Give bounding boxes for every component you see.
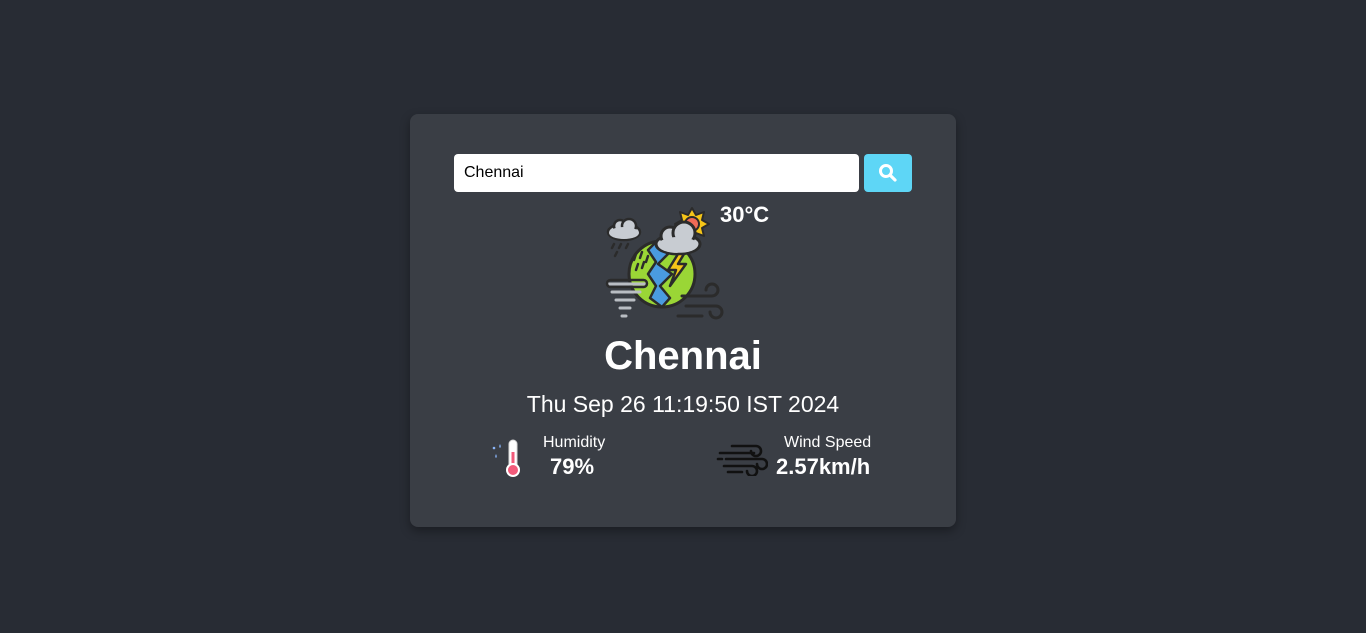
search-icon <box>879 164 897 182</box>
wind-speed-value: 2.57km/h <box>776 454 871 479</box>
wind-speed-stat: Wind Speed 2.57km/h <box>716 434 906 484</box>
humidity-stat: Humidity 79% <box>490 434 630 484</box>
humidity-value: 79% <box>550 454 595 479</box>
thermometer-icon <box>492 439 520 477</box>
wind-speed-label: Wind Speed <box>784 434 872 451</box>
search-input[interactable] <box>454 154 859 192</box>
temperature: 30°C <box>720 202 770 227</box>
wind-icon <box>716 444 768 476</box>
humidity-label: Humidity <box>543 434 606 451</box>
weather-card: 30°C Chennai Thu Sep 26 11:19:50 IST 202… <box>410 114 956 527</box>
search-button[interactable] <box>864 154 912 192</box>
city-name: Chennai <box>604 334 762 378</box>
date-time: Thu Sep 26 11:19:50 IST 2024 <box>526 391 840 417</box>
thunderstorm-weather-icon <box>605 207 724 320</box>
